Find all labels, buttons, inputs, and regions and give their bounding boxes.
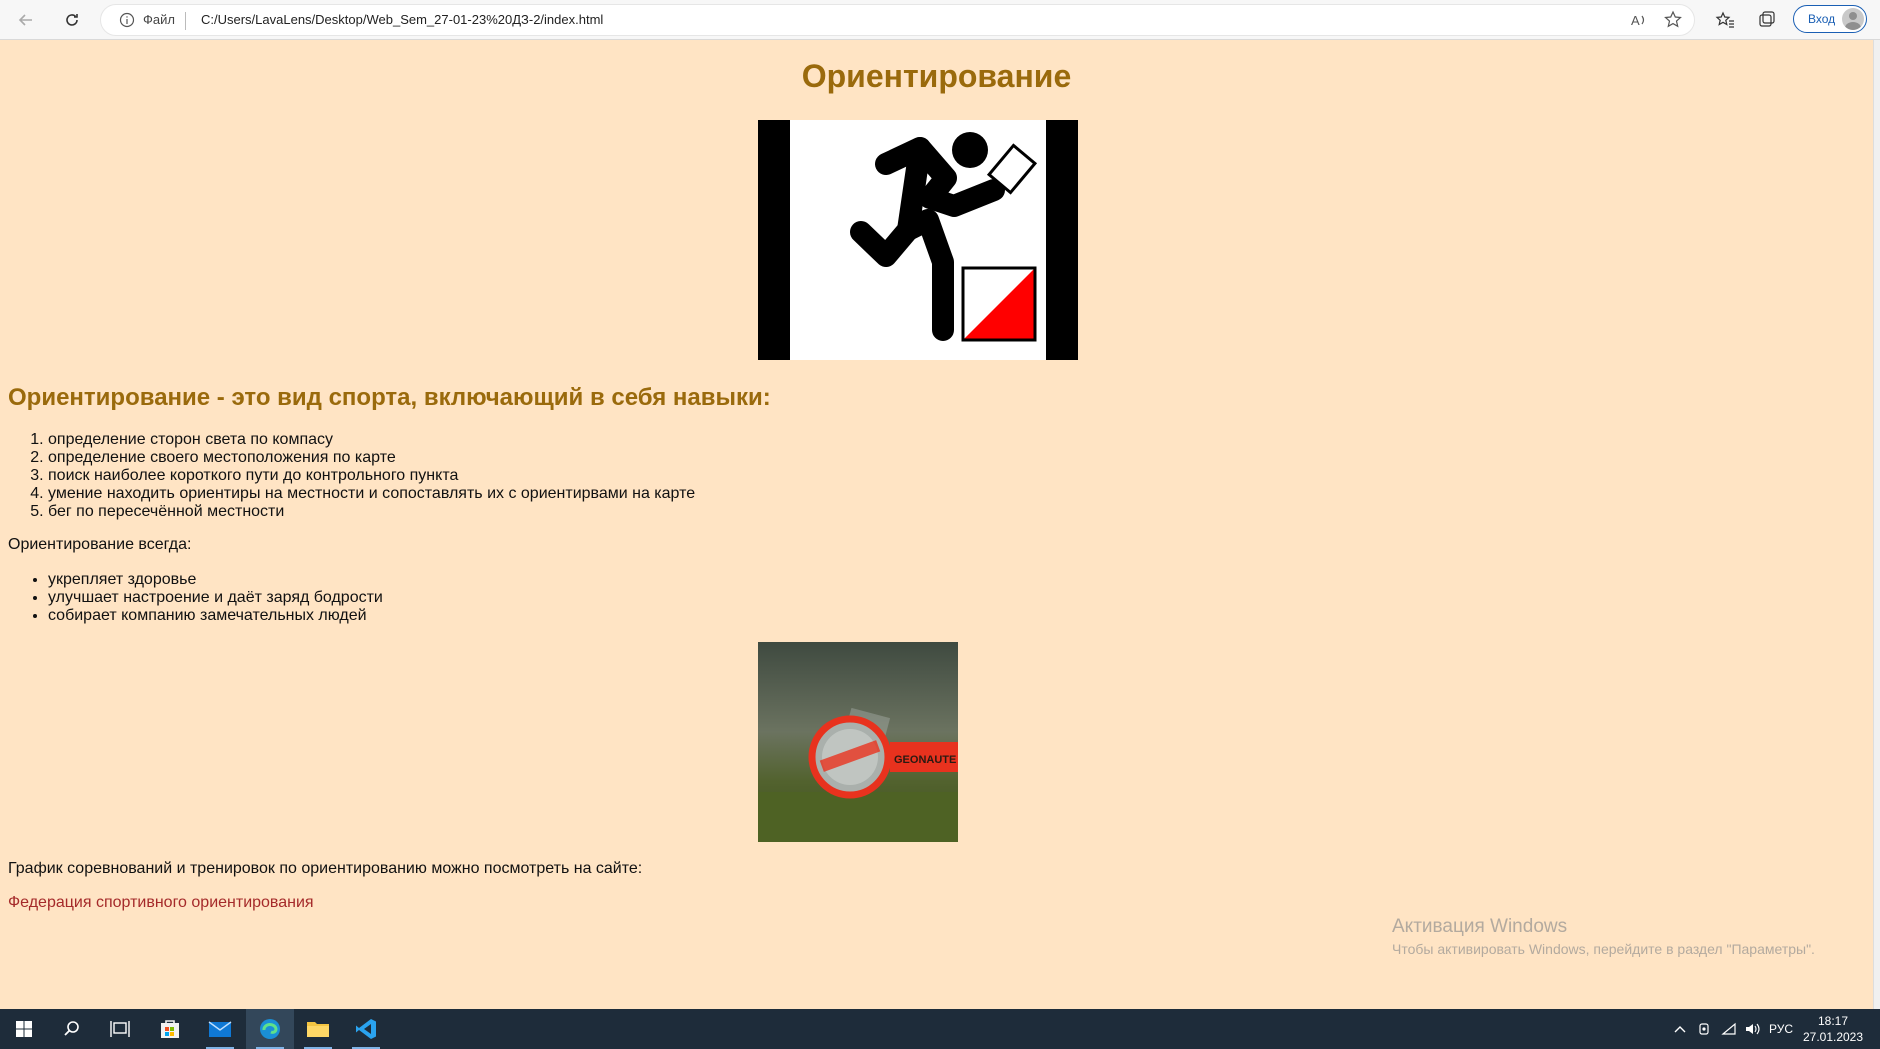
search-button[interactable] [48, 1009, 96, 1049]
windows-logo-icon [16, 1021, 32, 1037]
page-title: Ориентирование [801, 58, 1072, 94]
taskbar-edge[interactable] [246, 1009, 294, 1049]
address-separator [185, 12, 186, 30]
start-button[interactable] [0, 1009, 48, 1049]
signin-label: Вход [1808, 12, 1836, 26]
input-language[interactable]: РУС [1766, 1009, 1796, 1049]
photo-brand-text: GEONAUTE [894, 754, 956, 766]
favorite-star-icon[interactable] [1663, 10, 1683, 35]
skills-heading: Ориентирование - это вид спорта, включаю… [8, 384, 771, 411]
address-bar[interactable]: Файл C:/Users/LavaLens/Desktop/Web_Sem_2… [100, 4, 1695, 36]
refresh-button[interactable] [58, 6, 86, 34]
vscode-icon [356, 1019, 376, 1039]
list-item: умение находить ориентиры на местности и… [48, 485, 695, 503]
favorites-icon[interactable] [1711, 6, 1739, 34]
activation-watermark-subtitle: Чтобы активировать Windows, перейдите в … [1392, 941, 1815, 957]
clock-time: 18:17 [1817, 1014, 1849, 1028]
url-text[interactable]: C:/Users/LavaLens/Desktop/Web_Sem_27-01-… [201, 12, 603, 27]
svg-text:A: A [1631, 13, 1640, 28]
always-paragraph: Ориентирование всегда: [8, 536, 192, 553]
collections-icon[interactable] [1753, 6, 1781, 34]
browser-toolbar: Файл C:/Users/LavaLens/Desktop/Web_Sem_2… [0, 0, 1880, 40]
activation-watermark-title: Активация Windows [1392, 916, 1568, 937]
windows-taskbar: РУС 18:17 27.01.2023 [0, 1009, 1880, 1049]
info-icon[interactable] [119, 12, 135, 33]
taskbar-store[interactable] [146, 1009, 194, 1049]
folder-icon [307, 1022, 329, 1037]
search-icon [64, 1021, 79, 1036]
arrow-left-icon [18, 14, 32, 26]
list-item: поиск наиболее короткого пути до контрол… [48, 467, 695, 485]
profile-avatar-icon [1842, 8, 1864, 30]
tray-overflow-icon[interactable] [1670, 1009, 1690, 1049]
list-item: укрепляет здоровье [48, 571, 383, 589]
network-icon[interactable] [1718, 1009, 1740, 1049]
taskbar-vscode[interactable] [342, 1009, 390, 1049]
list-item: собирает компанию замечательных людей [48, 607, 383, 625]
page-content: Ориентирование Ориентирование - это вид … [0, 40, 1873, 1009]
taskbar-clock[interactable]: 18:17 27.01.2023 [1800, 1013, 1866, 1045]
volume-icon[interactable] [1742, 1009, 1764, 1049]
schedule-paragraph: График соревнований и тренировок по орие… [8, 860, 643, 877]
file-scheme-label: Файл [143, 12, 175, 27]
list-item: определение сторон света по компасу [48, 431, 695, 449]
federation-link[interactable]: Федерация спортивного ориентирования [8, 894, 314, 912]
meet-now-icon[interactable] [1695, 1009, 1715, 1049]
orienteering-logo [758, 120, 1078, 360]
store-icon [161, 1020, 179, 1038]
refresh-icon [66, 14, 78, 26]
list-item: определение своего местоположения по кар… [48, 449, 695, 467]
skills-list: определение сторон света по компасу опре… [0, 431, 695, 521]
taskbar-explorer[interactable] [294, 1009, 342, 1049]
list-item: бег по пересечённой местности [48, 503, 695, 521]
taskbar-mail[interactable] [196, 1009, 244, 1049]
read-aloud-icon[interactable]: A [1629, 10, 1649, 35]
clock-date: 27.01.2023 [1802, 1030, 1864, 1044]
edge-browser-icon [260, 1019, 280, 1039]
benefits-list: укрепляет здоровье улучшает настроение и… [0, 571, 383, 625]
task-view-icon [110, 1021, 130, 1037]
back-button[interactable] [12, 6, 40, 34]
mail-icon [208, 1021, 232, 1037]
list-item: улучшает настроение и даёт заряд бодрост… [48, 589, 383, 607]
task-view-button[interactable] [96, 1009, 144, 1049]
compass-photo: GEONAUTE [758, 642, 958, 842]
signin-button[interactable]: Вход [1793, 5, 1867, 33]
vertical-scrollbar[interactable] [1873, 40, 1880, 1009]
